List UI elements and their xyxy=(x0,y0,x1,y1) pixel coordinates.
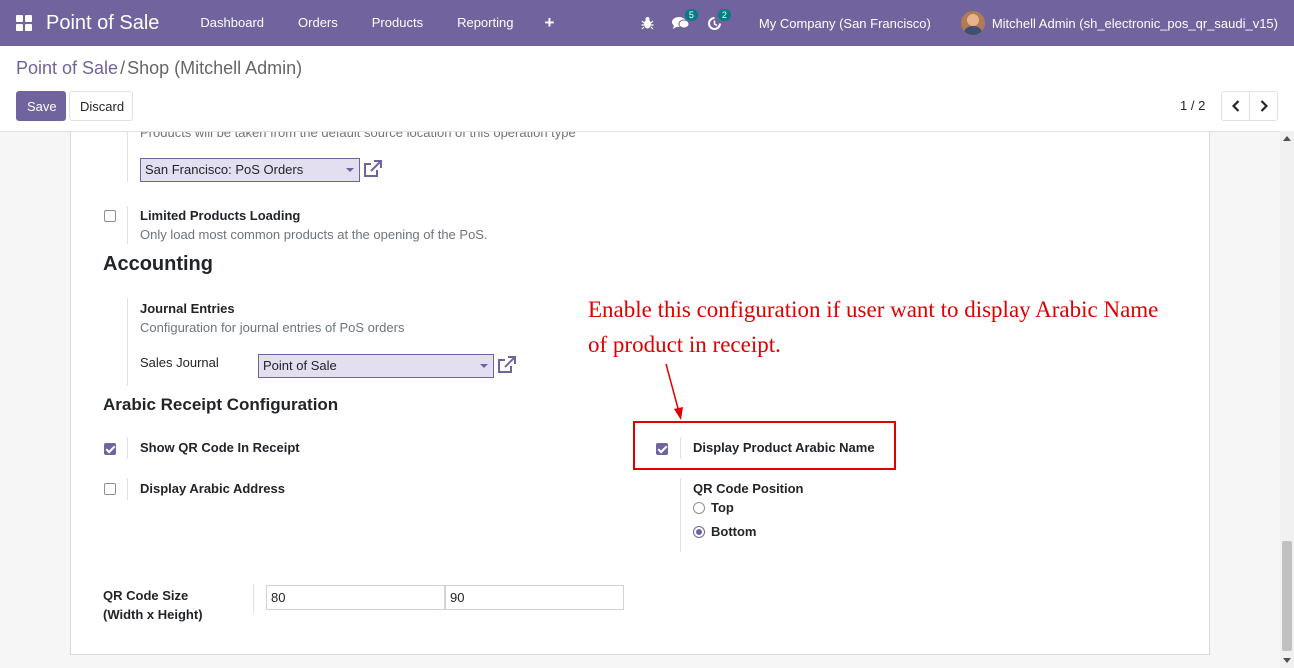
breadcrumb: Point of Sale / Shop (Mitchell Admin) xyxy=(16,58,302,79)
bug-icon[interactable] xyxy=(641,16,654,30)
limited-loading-checkbox[interactable] xyxy=(104,210,116,222)
scrollbar-thumb[interactable] xyxy=(1282,541,1292,651)
main-menu: Dashboard Orders Products Reporting + xyxy=(183,0,568,46)
operation-type-value: San Francisco: PoS Orders xyxy=(145,162,304,177)
menu-products[interactable]: Products xyxy=(355,0,440,46)
sales-journal-select[interactable]: Point of Sale xyxy=(258,354,494,378)
show-qr-label: Show QR Code In Receipt xyxy=(140,440,300,455)
accounting-section-title: Accounting xyxy=(103,253,213,275)
annotation-highlight-box xyxy=(633,421,896,470)
journal-entries-help: Configuration for journal entries of PoS… xyxy=(140,320,405,335)
qr-position-bottom-label[interactable]: Bottom xyxy=(711,524,757,539)
chevron-down-icon xyxy=(480,364,488,368)
qr-position-top-radio[interactable] xyxy=(693,502,705,514)
company-switcher[interactable]: My Company (San Francisco) xyxy=(759,16,931,31)
external-link-icon[interactable] xyxy=(363,160,383,181)
form-view-background: Products will be taken from the default … xyxy=(0,131,1294,668)
chevron-down-icon xyxy=(346,168,354,172)
sales-journal-label: Sales Journal xyxy=(140,355,219,370)
limited-loading-label: Limited Products Loading xyxy=(140,208,301,223)
show-qr-checkbox[interactable] xyxy=(104,443,116,455)
operation-type-help: Products will be taken from the default … xyxy=(140,132,576,140)
pager-previous-button[interactable] xyxy=(1221,91,1250,121)
scroll-up-icon[interactable] xyxy=(1283,136,1291,141)
qr-height-input[interactable]: 90 xyxy=(445,585,624,610)
external-link-icon[interactable] xyxy=(497,356,517,377)
scroll-down-icon[interactable] xyxy=(1283,658,1291,663)
chat-badge: 5 xyxy=(684,9,698,21)
activity-icon[interactable]: 2 xyxy=(707,8,731,31)
activity-badge: 2 xyxy=(717,8,731,21)
navbar-systray: 5 2 My Company (San Francisco) Mitchell … xyxy=(632,0,1294,46)
breadcrumb-parent[interactable]: Point of Sale xyxy=(16,58,118,78)
sales-journal-value: Point of Sale xyxy=(263,358,337,373)
user-name: Mitchell Admin (sh_electronic_pos_qr_sau… xyxy=(991,15,1278,31)
pager-value[interactable]: 1 / 2 xyxy=(1180,98,1205,113)
breadcrumb-current: Shop (Mitchell Admin) xyxy=(127,58,303,78)
avatar xyxy=(960,11,985,35)
qr-size-label-line1: QR Code Size xyxy=(103,588,189,603)
display-arabic-address-label: Display Arabic Address xyxy=(140,481,285,496)
journal-entries-label: Journal Entries xyxy=(140,301,235,316)
apps-menu-icon[interactable] xyxy=(16,15,32,31)
add-menu-icon[interactable]: + xyxy=(530,13,568,33)
operation-type-select[interactable]: San Francisco: PoS Orders xyxy=(140,158,360,182)
vertical-scrollbar[interactable] xyxy=(1280,131,1294,668)
qr-position-bottom-radio[interactable] xyxy=(693,526,705,538)
user-menu[interactable]: Mitchell Admin (sh_electronic_pos_qr_sau… xyxy=(960,11,1278,35)
display-arabic-address-checkbox[interactable] xyxy=(104,483,116,495)
menu-reporting[interactable]: Reporting xyxy=(440,0,530,46)
qr-position-top-label[interactable]: Top xyxy=(711,500,734,515)
limited-loading-help: Only load most common products at the op… xyxy=(140,227,488,242)
qr-width-input[interactable]: 80 xyxy=(266,585,445,610)
save-button[interactable]: Save xyxy=(16,91,66,121)
top-navbar: Point of Sale Dashboard Orders Products … xyxy=(0,0,1294,46)
chevron-right-icon xyxy=(1260,100,1268,112)
menu-orders[interactable]: Orders xyxy=(281,0,355,46)
chevron-left-icon xyxy=(1231,100,1239,112)
discard-button[interactable]: Discard xyxy=(69,91,133,121)
annotation-line-1: Enable this configuration if user want t… xyxy=(588,297,1159,322)
form-sheet: Products will be taken from the default … xyxy=(70,132,1210,655)
arabic-section-title: Arabic Receipt Configuration xyxy=(103,395,339,414)
app-brand[interactable]: Point of Sale xyxy=(46,12,159,35)
annotation-line-2: of product in receipt. xyxy=(588,332,781,357)
menu-dashboard[interactable]: Dashboard xyxy=(183,0,281,46)
chat-icon[interactable]: 5 xyxy=(671,9,698,30)
qr-size-label-line2: (Width x Height) xyxy=(103,607,203,622)
qr-size-label: QR Code Size (Width x Height) xyxy=(103,586,203,624)
breadcrumb-separator: / xyxy=(120,58,126,78)
annotation-text: Enable this configuration if user want t… xyxy=(588,292,1158,362)
qr-position-label: QR Code Position xyxy=(693,481,804,496)
annotation-arrow-icon xyxy=(665,363,683,420)
pager-next-button[interactable] xyxy=(1249,91,1278,121)
